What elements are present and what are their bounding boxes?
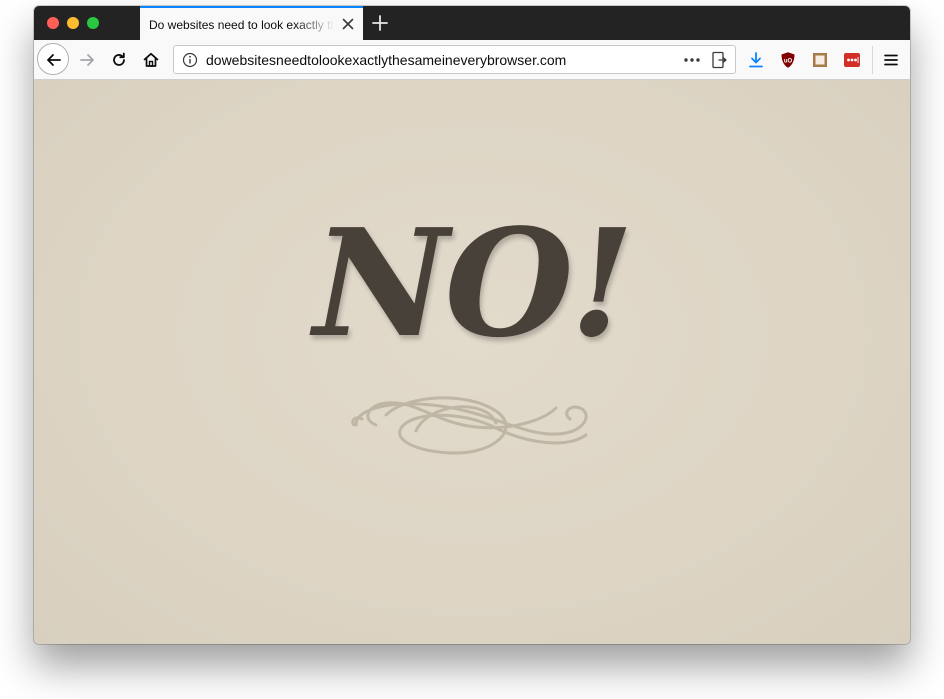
page-content: NO! [34, 80, 910, 644]
lastpass-icon[interactable] [843, 51, 861, 69]
ublock-shield-icon[interactable]: uO [779, 51, 797, 69]
toolbar-separator [872, 46, 873, 74]
hamburger-menu-icon[interactable] [882, 51, 900, 69]
url-text[interactable]: dowebsitesneedtolookexactlythesameinever… [206, 51, 566, 69]
window-close-button[interactable] [47, 17, 59, 29]
tab-title: Do websites need to look exactly the sam… [149, 18, 335, 32]
back-button[interactable] [37, 43, 69, 75]
reload-icon[interactable] [110, 51, 128, 69]
headline: NO! [313, 196, 634, 370]
more-ellipsis-icon[interactable] [683, 52, 701, 68]
new-tab-icon[interactable] [370, 13, 390, 33]
square-extension-icon[interactable] [811, 51, 829, 69]
svg-text:uO: uO [784, 59, 793, 65]
home-icon[interactable] [142, 51, 160, 69]
tab-bar: Do websites need to look exactly the sam… [34, 6, 910, 40]
decorative-flourish-icon [351, 396, 588, 455]
close-tab-icon[interactable] [340, 16, 356, 32]
browser-window: Do websites need to look exactly the sam… [34, 6, 910, 644]
navigation-toolbar: dowebsitesneedtolookexactlythesameinever… [34, 40, 910, 80]
tab-active[interactable]: Do websites need to look exactly the sam… [140, 6, 363, 40]
window-maximize-button[interactable] [87, 17, 99, 29]
window-minimize-button[interactable] [67, 17, 79, 29]
download-icon[interactable] [747, 51, 765, 69]
url-bar[interactable]: dowebsitesneedtolookexactlythesameinever… [173, 45, 736, 74]
reader-view-icon[interactable] [711, 51, 727, 69]
forward-arrow-icon[interactable] [78, 51, 96, 69]
info-icon[interactable] [182, 52, 198, 68]
back-arrow-icon [47, 54, 61, 66]
